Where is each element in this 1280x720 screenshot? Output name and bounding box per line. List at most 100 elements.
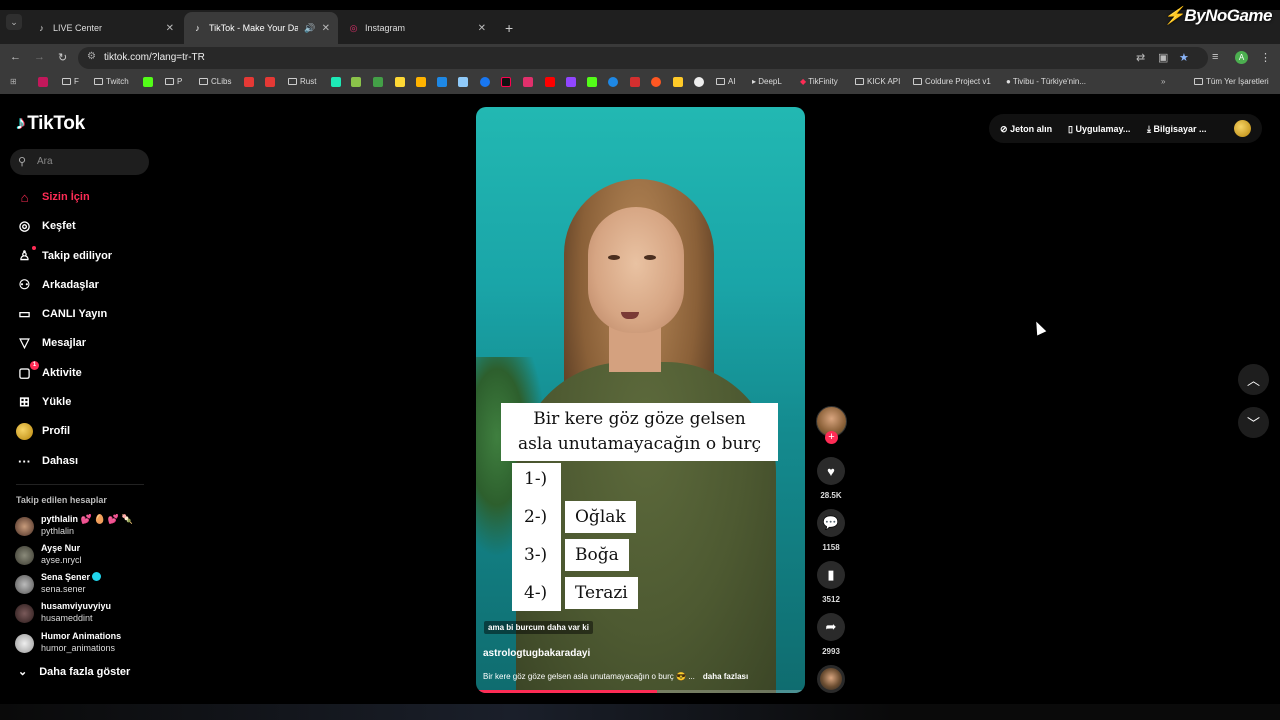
friends-icon: ⚇ [18,277,31,292]
nav-explore[interactable]: ◎ Keşfet [16,215,76,237]
nav-live[interactable]: ▭ CANLI Yayın [16,303,107,325]
bookmark-tikfinity[interactable]: ◆ TikFinity [800,77,838,86]
nav-more[interactable]: ··· Dahası [16,450,78,472]
tab-live-center[interactable]: ♪ LIVE Center ✕ [28,12,182,44]
bookmark-icon[interactable] [395,77,405,87]
following-account[interactable]: Ayşe Nur ayse.nrycl [15,543,155,569]
reddit-icon[interactable] [651,77,661,87]
nav-activity[interactable]: ▢ 1 Aktivite [16,360,82,384]
following-icon: ♙ [16,245,36,265]
video-author[interactable]: astrologtugbakaradayi [483,648,590,659]
video-player[interactable]: Bir kere göz göze gelsen asla unutamayac… [476,107,805,693]
back-icon[interactable]: ← [10,51,21,63]
bookmark-tivibu[interactable]: ● Tivibu - Türkiye'nin... [1006,77,1086,86]
speaker-icon[interactable]: 🔊 [304,23,315,34]
kick-icon[interactable] [587,77,597,87]
previous-video-button[interactable]: ︿ [1238,364,1269,395]
desktop-app-button[interactable]: ⤓ Bilgisayar ... [1147,124,1207,135]
address-bar[interactable]: ⚙ tiktok.com/?lang=tr-TR ⇄ ▣ ★ [78,47,1208,69]
bookmark-deepl[interactable]: ▸ DeepL [752,77,782,86]
bookmark-icon[interactable] [673,77,683,87]
nav-friends[interactable]: ⚇ Arkadaşlar [16,274,99,296]
save-count: 3512 [822,595,840,604]
get-coins-button[interactable]: ⊘ Jeton alın [1000,124,1052,135]
close-icon[interactable]: ✕ [322,23,330,34]
media-icon[interactable]: ≡ [1212,51,1218,63]
bookmark-icon[interactable] [143,77,153,87]
menu-icon[interactable]: ⋮ [1260,51,1271,64]
avatar[interactable]: A [1235,51,1248,64]
bookmark-icon[interactable] [437,77,447,87]
share-button[interactable]: ➦ 2993 [817,613,845,656]
translate-icon[interactable]: ⇄ [1136,51,1145,64]
bookmark-icon[interactable] [416,77,426,87]
nav-profile[interactable]: Profil [16,420,70,442]
next-video-button[interactable]: ﹀ [1238,407,1269,438]
youtube-icon[interactable] [545,77,555,87]
tab-title: Instagram [365,23,406,33]
music-disc[interactable] [817,665,845,693]
chevron-up-icon: ︿ [1246,373,1260,388]
following-account[interactable]: husamviyuvyiyu husameddint [15,601,155,627]
tab-tiktok[interactable]: ♪ TikTok - Make Your Day 🔊 ✕ [184,12,338,44]
save-button[interactable]: ▮ 3512 [817,561,845,604]
nav-upload[interactable]: ⊞ Yükle [16,391,71,413]
bookmark-folder[interactable]: Rust [288,77,316,86]
github-icon[interactable] [694,77,704,87]
like-button[interactable]: ♥ 28.5K [817,457,845,500]
bookmark-icon[interactable] [331,77,341,87]
instagram-icon[interactable] [523,77,533,87]
apps-icon[interactable]: ⊞ [10,77,17,86]
activity-icon: ▢ 1 [16,360,39,382]
following-account[interactable]: pythlalin 💕 🥚 💕 🍡 pythlalin [15,514,155,540]
twitch-icon[interactable] [566,77,576,87]
star-icon[interactable]: ★ [1179,51,1189,64]
tiktok-icon[interactable] [501,77,511,87]
new-tab-button[interactable]: + [505,20,513,36]
avatar[interactable] [1234,120,1251,137]
tab-search-icon[interactable]: ⌄ [6,14,22,30]
bookmark-icon[interactable] [265,77,275,87]
bookmark-icon[interactable] [630,77,640,87]
bookmark-folder[interactable]: Tüm Yer İşaretleri [1194,77,1269,86]
bookmark-folder[interactable]: CLibs [199,77,231,86]
bookmark-icon[interactable] [458,77,468,87]
chevron-double-right-icon[interactable]: » [1161,77,1165,86]
close-icon[interactable]: ✕ [478,23,486,34]
nav-messages[interactable]: ▽ Mesajlar [16,332,87,354]
header-actions: ⊘ Jeton alın ▯ Uygulamay... ⤓ Bilgisayar… [989,114,1262,143]
facebook-icon[interactable] [480,77,490,87]
bookmark-folder[interactable]: P [165,77,182,86]
bookmark-folder[interactable]: AI [716,77,736,86]
see-more-link[interactable]: daha fazlası [703,672,748,681]
follow-button[interactable]: + [825,431,838,444]
following-account[interactable]: Humor Animations humor_animations [15,631,155,657]
bookmark-icon[interactable] [38,77,48,87]
bookmark-icon[interactable] [244,77,254,87]
comment-button[interactable]: 💬 1158 [817,509,845,552]
forward-icon[interactable]: → [34,51,45,63]
site-info-icon[interactable]: ⚙ [87,51,96,62]
close-icon[interactable]: ✕ [166,23,174,34]
bookmark-folder[interactable]: Twitch [94,77,129,86]
bookmark-icon[interactable] [373,77,383,87]
bookmarks-bar: ⊞ F Twitch P CLibs Rust AI ▸ DeepL ◆ Tik… [0,72,1280,94]
video-progress-bar[interactable] [476,690,805,693]
nav-following[interactable]: ♙ Takip ediliyor [16,245,112,267]
bookmark-folder[interactable]: F [62,77,79,86]
show-more-button[interactable]: ⌄ Daha fazla göster [18,665,130,679]
upload-icon: ⊞ [19,394,30,409]
search-input[interactable]: ⚲ Ara [10,149,149,175]
install-icon[interactable]: ▣ [1158,51,1168,64]
bookmark-folder[interactable]: KICK API [855,77,900,86]
tab-instagram[interactable]: ◎ Instagram ✕ [340,12,494,44]
bookmark-icon[interactable] [608,77,618,87]
bookmark-icon[interactable] [351,77,361,87]
tiktok-logo[interactable]: ♪ TikTok [16,113,85,135]
bookmark-folder[interactable]: Coldure Project v1 [913,77,991,86]
following-account[interactable]: Sena Şener sena.sener [15,572,155,598]
reload-icon[interactable]: ↻ [58,51,67,64]
get-app-button[interactable]: ▯ Uygulamay... [1068,124,1130,135]
nav-for-you[interactable]: ⌂ Sizin İçin [16,186,90,208]
account-name: pythlalin 💕 🥚 💕 🍡 [41,514,133,524]
